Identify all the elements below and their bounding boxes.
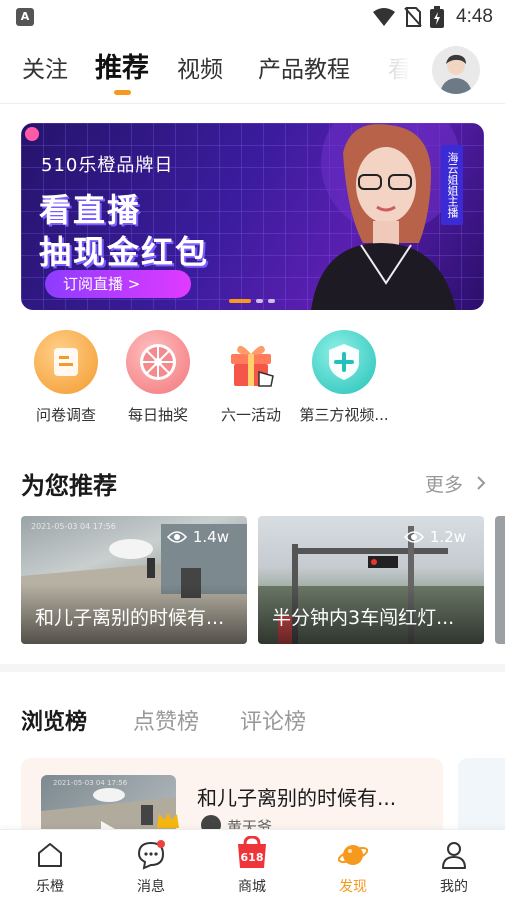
video-timestamp: 2021-05-03 04 17:56 bbox=[31, 522, 116, 531]
tab-follow[interactable]: 关注 bbox=[22, 50, 68, 84]
carousel-dot bbox=[256, 299, 263, 303]
nav-discover[interactable]: 发现 bbox=[303, 830, 403, 900]
video-title: 和儿子离别的时候有... bbox=[35, 607, 225, 629]
banner-decoration bbox=[25, 127, 39, 141]
carousel-dot bbox=[268, 299, 275, 303]
carousel-indicator bbox=[229, 299, 275, 303]
video-card[interactable]: 1.2w 半分钟内3车闯红灯... bbox=[258, 516, 484, 644]
status-bar: A 4:48 bbox=[0, 0, 505, 34]
banner-brand: 510乐橙品牌日 bbox=[41, 155, 174, 176]
quick-actions: 问卷调查 每日抽奖 六一活动 第三方视频... bbox=[0, 330, 505, 430]
nav-label: 发现 bbox=[339, 879, 367, 895]
clock: 4:48 bbox=[456, 6, 493, 27]
tab-comments-ranking[interactable]: 评论榜 bbox=[240, 704, 306, 736]
chevron-right-icon bbox=[477, 476, 486, 490]
avatar[interactable] bbox=[432, 46, 480, 94]
planet-icon bbox=[337, 840, 369, 870]
more-link-label: 更多 bbox=[424, 474, 463, 496]
gift-icon bbox=[219, 330, 283, 394]
shop-badge-text: 618 bbox=[241, 851, 264, 864]
crown-icon bbox=[157, 812, 179, 828]
subscribe-live-button[interactable]: 订阅直播 > bbox=[45, 270, 191, 298]
tab-browse-ranking[interactable]: 浏览榜 bbox=[21, 704, 87, 736]
ranking-timestamp: 2021-05-03 04 17:56 bbox=[53, 779, 128, 787]
eye-icon bbox=[403, 531, 424, 543]
shop-618-icon: 618 bbox=[237, 835, 267, 870]
nav-label: 我的 bbox=[440, 879, 468, 895]
nav-lecheng[interactable]: 乐橙 bbox=[0, 830, 100, 900]
banner-headline-1: 看直播 bbox=[39, 191, 142, 229]
section-divider bbox=[0, 664, 505, 672]
view-count: 1.2w bbox=[403, 528, 466, 546]
quick-action-third-party-video[interactable]: 第三方视频... bbox=[284, 330, 404, 425]
battery-charging-icon bbox=[430, 6, 445, 28]
tab-product-tutorial[interactable]: 产品教程 bbox=[258, 50, 350, 84]
message-icon bbox=[136, 840, 166, 870]
shield-plus-icon bbox=[312, 330, 376, 394]
bottom-nav: 乐橙 消息 618 商城 发现 我的 bbox=[0, 829, 505, 900]
nav-profile[interactable]: 我的 bbox=[404, 830, 504, 900]
nav-label: 商城 bbox=[238, 879, 266, 895]
more-link[interactable]: 更多 bbox=[425, 470, 487, 497]
tab-video[interactable]: 视频 bbox=[177, 50, 223, 84]
ranking-title: 和儿子离别的时候有... bbox=[197, 786, 397, 810]
nav-label: 乐橙 bbox=[36, 879, 64, 895]
host-tag: 海云姐姐主播 bbox=[441, 145, 463, 225]
view-count-value: 1.2w bbox=[429, 528, 466, 546]
tab-fade-overlay bbox=[370, 34, 430, 102]
survey-icon bbox=[34, 330, 98, 394]
active-tab-indicator bbox=[114, 90, 131, 95]
nav-shop[interactable]: 618 商城 bbox=[202, 830, 302, 900]
eye-icon bbox=[166, 531, 187, 543]
tab-likes-ranking[interactable]: 点赞榜 bbox=[133, 704, 199, 736]
nav-messages[interactable]: 消息 bbox=[101, 830, 201, 900]
no-sim-icon bbox=[404, 7, 422, 27]
home-icon bbox=[35, 840, 65, 870]
lottery-wheel-icon bbox=[126, 330, 190, 394]
quick-action-label: 第三方视频... bbox=[299, 406, 389, 424]
view-count: 1.4w bbox=[166, 528, 229, 546]
wifi-icon bbox=[373, 8, 396, 26]
video-title: 半分钟内3车闯红灯... bbox=[272, 607, 455, 629]
video-card-partial[interactable] bbox=[495, 516, 505, 644]
promo-banner[interactable]: 510乐橙品牌日 看直播 抽现金红包 订阅直播 > 海云姐姐主播 bbox=[21, 123, 484, 310]
recommend-section-title: 为您推荐 bbox=[21, 472, 117, 500]
video-card[interactable]: 2021-05-03 04 17:56 1.4w 和儿子离别的时候有... bbox=[21, 516, 247, 644]
status-icons: 4:48 bbox=[372, 6, 493, 28]
view-count-value: 1.4w bbox=[192, 528, 229, 546]
profile-icon bbox=[439, 840, 469, 870]
top-tab-bar: 关注 推荐 视频 产品教程 看 bbox=[0, 34, 505, 104]
app-notification-icon: A bbox=[16, 8, 34, 26]
carousel-dot-active bbox=[229, 299, 251, 303]
tab-recommend[interactable]: 推荐 bbox=[95, 46, 149, 85]
banner-headline-2: 抽现金红包 bbox=[39, 233, 210, 271]
user-avatar-icon bbox=[440, 54, 472, 94]
nav-label: 消息 bbox=[137, 879, 165, 895]
